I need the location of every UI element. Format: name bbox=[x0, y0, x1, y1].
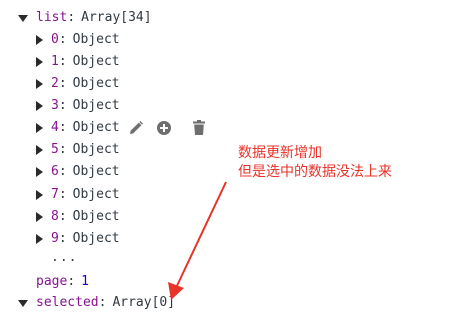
colon: : bbox=[58, 187, 67, 202]
selected-node[interactable]: selected: Array[0] bbox=[18, 293, 175, 313]
item-index: 9 bbox=[51, 231, 59, 246]
more-items-ellipsis: ... bbox=[51, 250, 78, 265]
item-value: Object bbox=[72, 54, 120, 69]
partial-top-text: · · · bbox=[36, 0, 75, 4]
list-item-7[interactable]: 7: Object bbox=[36, 185, 120, 205]
colon: : bbox=[58, 231, 67, 246]
list-item-3[interactable]: 3: Object bbox=[36, 96, 120, 116]
list-key: list bbox=[36, 10, 68, 25]
expand-triangle-icon[interactable] bbox=[36, 212, 43, 222]
row-actions bbox=[128, 120, 218, 136]
item-index: 0 bbox=[51, 32, 59, 47]
item-value: Object bbox=[72, 209, 120, 224]
expand-triangle-icon[interactable] bbox=[36, 190, 43, 200]
item-index: 8 bbox=[51, 209, 59, 224]
item-index: 2 bbox=[51, 76, 59, 91]
colon: : bbox=[67, 10, 76, 25]
more-items[interactable]: ... bbox=[51, 248, 77, 268]
item-value: Object bbox=[72, 98, 120, 113]
colon: : bbox=[98, 295, 107, 310]
collapse-triangle-icon[interactable] bbox=[18, 15, 28, 22]
expand-triangle-icon[interactable] bbox=[36, 167, 43, 177]
colon: : bbox=[58, 98, 67, 113]
colon: : bbox=[58, 76, 67, 91]
colon: : bbox=[58, 54, 67, 69]
arrow-shaft bbox=[174, 181, 227, 291]
edit-icon[interactable] bbox=[128, 120, 144, 136]
selected-value: Array[0] bbox=[112, 295, 176, 310]
annotation-line-2: 但是选中的数据没法上来 bbox=[238, 164, 392, 180]
expand-triangle-icon[interactable] bbox=[36, 79, 43, 89]
colon: : bbox=[67, 274, 76, 289]
expand-triangle-icon[interactable] bbox=[36, 35, 43, 45]
item-value: Object bbox=[72, 142, 120, 157]
selected-key: selected bbox=[36, 295, 99, 310]
list-item-1[interactable]: 1: Object bbox=[36, 52, 120, 72]
item-index: 5 bbox=[51, 142, 59, 157]
list-item-6[interactable]: 6: Object bbox=[36, 162, 120, 182]
colon: : bbox=[58, 164, 67, 179]
list-item-4[interactable]: 4: Object bbox=[36, 118, 218, 138]
item-value: Object bbox=[72, 164, 120, 179]
item-index: 4 bbox=[51, 120, 59, 135]
list-item-0[interactable]: 0: Object bbox=[36, 30, 120, 50]
item-index: 1 bbox=[51, 54, 59, 69]
colon: : bbox=[58, 142, 67, 157]
list-item-5[interactable]: 5: Object bbox=[36, 140, 120, 160]
list-node[interactable]: list: Array[34] bbox=[18, 8, 152, 28]
annotation-line-1: 数据更新增加 bbox=[238, 145, 322, 161]
page-value: 1 bbox=[81, 274, 89, 289]
page-node: page: 1 bbox=[36, 272, 89, 292]
colon: : bbox=[58, 32, 67, 47]
item-value: Object bbox=[72, 187, 120, 202]
list-item-2[interactable]: 2: Object bbox=[36, 74, 120, 94]
annotation-note: 数据更新增加 但是选中的数据没法上来 bbox=[238, 144, 392, 182]
expand-triangle-icon[interactable] bbox=[36, 101, 43, 111]
item-index: 7 bbox=[51, 187, 59, 202]
expand-triangle-icon[interactable] bbox=[36, 57, 43, 67]
colon: : bbox=[58, 209, 67, 224]
add-icon[interactable] bbox=[156, 120, 172, 136]
item-value: Object bbox=[72, 231, 120, 246]
list-item-9[interactable]: 9: Object bbox=[36, 229, 120, 249]
page-key: page bbox=[36, 274, 68, 289]
partial-top-line: · · · bbox=[36, 0, 75, 6]
item-index: 3 bbox=[51, 98, 59, 113]
item-value: Object bbox=[72, 32, 120, 47]
collapse-triangle-icon[interactable] bbox=[18, 300, 28, 307]
list-item-8[interactable]: 8: Object bbox=[36, 207, 120, 227]
item-value: Object bbox=[72, 120, 120, 135]
colon: : bbox=[58, 120, 67, 135]
item-value: Object bbox=[72, 76, 120, 91]
delete-icon[interactable] bbox=[192, 120, 206, 136]
list-value: Array[34] bbox=[81, 10, 152, 25]
expand-triangle-icon[interactable] bbox=[36, 123, 43, 133]
item-index: 6 bbox=[51, 164, 59, 179]
expand-triangle-icon[interactable] bbox=[36, 234, 43, 244]
expand-triangle-icon[interactable] bbox=[36, 145, 43, 155]
